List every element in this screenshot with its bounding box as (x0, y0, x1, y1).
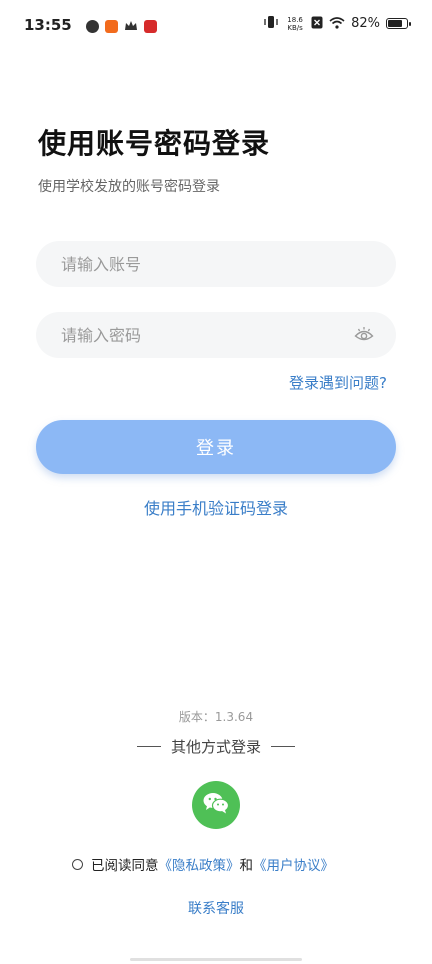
net-speed: 18.6 KB/s (285, 16, 305, 32)
login-help-link[interactable]: 登录遇到问题? (289, 372, 387, 393)
crown-icon (124, 17, 138, 36)
other-login-label: 其他方式登录 (170, 738, 261, 756)
wechat-icon (202, 791, 230, 819)
agreement-prefix: 已阅读同意 (91, 858, 159, 874)
status-notification-icons (86, 17, 157, 36)
wifi-icon (329, 14, 345, 33)
battery-level (388, 20, 402, 27)
battery-icon (386, 18, 411, 29)
net-speed-unit: KB/s (287, 23, 303, 32)
status-time: 13:55 (24, 16, 72, 34)
login-button[interactable]: 登录 (36, 420, 396, 474)
status-bar: 13:55 18.6 KB/s 82% (0, 0, 432, 52)
divider-line-right (271, 746, 295, 747)
account-field[interactable] (36, 241, 396, 287)
user-agreement-link[interactable]: 《用户协议》 (253, 854, 334, 874)
contact-support-link[interactable]: 联系客服 (0, 898, 432, 918)
red-app-icon (144, 20, 157, 33)
agreement-and: 和 (239, 858, 254, 874)
page-subtitle: 使用学校发放的账号密码登录 (38, 179, 220, 195)
phone-login-link[interactable]: 使用手机验证码登录 (0, 495, 432, 519)
close-x-icon (311, 14, 323, 33)
agree-radio[interactable] (72, 858, 83, 870)
divider-line-left (136, 746, 161, 747)
password-input[interactable] (36, 312, 396, 358)
account-input[interactable] (36, 241, 396, 287)
status-system-icons: 18.6 KB/s 82% (263, 14, 411, 33)
wechat-login-button[interactable] (192, 781, 240, 829)
other-login-divider: 其他方式登录 (0, 736, 432, 757)
leaf-app-icon (86, 20, 99, 33)
home-indicator[interactable] (130, 958, 302, 961)
page-title: 使用账号密码登录 (38, 127, 271, 160)
vibrate-icon (263, 14, 279, 33)
password-field[interactable] (36, 312, 396, 358)
orange-app-icon (105, 20, 118, 33)
version-label: 版本：1.3.64 (178, 710, 254, 724)
privacy-policy-link[interactable]: 《隐私政策》 (159, 854, 240, 874)
battery-percent: 82% (351, 16, 380, 31)
net-speed-value: 18.6 (287, 15, 303, 24)
eye-icon[interactable] (354, 326, 374, 344)
agreement-row: 已阅读同意 《隐私政策》 和 《用户协议》 (72, 854, 334, 874)
